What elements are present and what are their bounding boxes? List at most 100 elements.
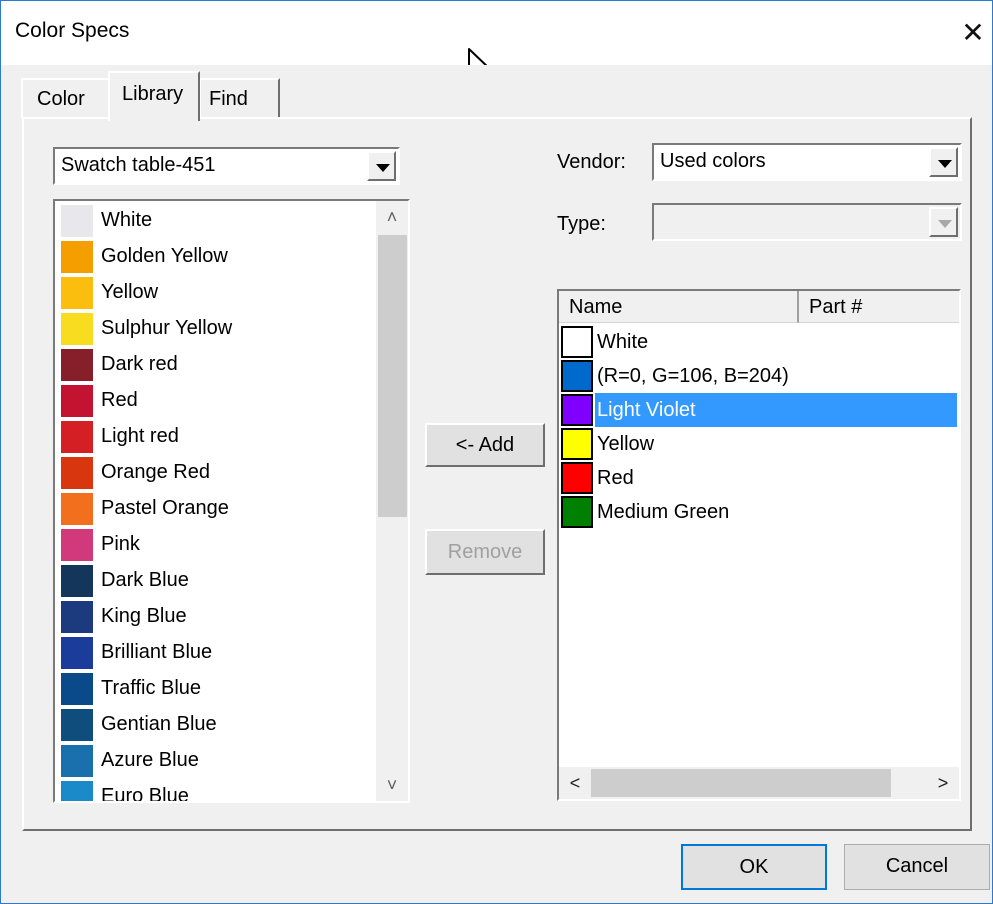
list-item-label: Pastel Orange xyxy=(101,497,229,519)
library-panel: Swatch table-451 White Golden Yellow Yello… xyxy=(22,117,972,831)
color-swatch xyxy=(61,241,93,273)
color-swatch xyxy=(561,428,593,460)
table-cell-name: Red xyxy=(597,467,634,489)
chevron-down-icon xyxy=(376,164,390,172)
tab-library-label: Library xyxy=(122,83,184,105)
list-item[interactable]: Yellow xyxy=(61,275,379,311)
column-header-name[interactable]: Name xyxy=(559,291,799,323)
list-item[interactable]: Sulphur Yellow xyxy=(61,311,379,347)
list-item[interactable]: White xyxy=(61,203,379,239)
color-swatch xyxy=(561,326,593,358)
list-item[interactable]: Pink xyxy=(61,527,379,563)
color-specs-dialog: Color Specs ✕ Color Library Find Swatch … xyxy=(0,0,993,904)
color-swatch xyxy=(61,385,93,417)
vendor-label: Vendor: xyxy=(557,151,626,173)
list-item-label: Pink xyxy=(101,533,140,555)
color-swatch xyxy=(61,565,93,597)
table-row[interactable]: White xyxy=(561,325,959,359)
list-item-label: Red xyxy=(101,389,138,411)
ok-button[interactable]: OK xyxy=(681,844,827,890)
tab-find[interactable]: Find xyxy=(199,78,280,118)
used-colors-table[interactable]: Name Part # White (R=0, G=106, B=204) Ligh… xyxy=(557,289,961,801)
list-item-label: White xyxy=(101,209,153,231)
chevron-down-icon xyxy=(938,220,952,228)
scroll-down-icon[interactable]: ˅ xyxy=(376,769,408,801)
table-row[interactable]: Light Violet xyxy=(561,393,959,427)
swatch-list[interactable]: White Golden Yellow Yellow Sulphur Yellow Da… xyxy=(53,199,410,803)
color-swatch xyxy=(61,745,93,777)
color-swatch xyxy=(61,529,93,561)
type-select xyxy=(652,203,962,241)
list-item[interactable]: Red xyxy=(61,383,379,419)
swatch-table-value: Swatch table-451 xyxy=(61,154,216,176)
list-item[interactable]: Euro Blue xyxy=(61,779,379,803)
color-swatch xyxy=(61,313,93,345)
color-swatch xyxy=(61,421,93,453)
swatch-table-select[interactable]: Swatch table-451 xyxy=(53,147,400,185)
tab-strip: Color Library Find xyxy=(1,65,992,121)
color-swatch xyxy=(61,601,93,633)
list-item[interactable]: King Blue xyxy=(61,599,379,635)
color-swatch xyxy=(561,496,593,528)
scrollbar-thumb[interactable] xyxy=(378,235,407,517)
type-dropdown-button xyxy=(929,207,958,237)
vendor-select[interactable]: Used colors xyxy=(652,143,962,181)
swatch-table-dropdown-button[interactable] xyxy=(367,151,396,181)
scroll-left-icon[interactable]: < xyxy=(559,767,591,799)
tab-library[interactable]: Library xyxy=(108,71,200,121)
hscrollbar-thumb[interactable] xyxy=(591,769,891,797)
color-swatch xyxy=(561,462,593,494)
color-swatch xyxy=(61,637,93,669)
color-swatch xyxy=(61,673,93,705)
table-row[interactable]: Medium Green xyxy=(561,495,959,529)
color-swatch xyxy=(61,277,93,309)
column-header-part-number[interactable]: Part # xyxy=(799,291,959,323)
color-swatch xyxy=(61,349,93,381)
list-item[interactable]: Dark red xyxy=(61,347,379,383)
list-item-label: Golden Yellow xyxy=(101,245,228,267)
table-row[interactable]: Red xyxy=(561,461,959,495)
table-cell-name: Light Violet xyxy=(595,393,957,427)
list-item-label: Sulphur Yellow xyxy=(101,317,233,339)
used-colors-hscrollbar[interactable]: < > xyxy=(559,767,959,799)
list-item[interactable]: Azure Blue xyxy=(61,743,379,779)
table-cell-name: White xyxy=(597,331,649,353)
list-item[interactable]: Traffic Blue xyxy=(61,671,379,707)
color-swatch xyxy=(561,394,593,426)
chevron-down-icon xyxy=(938,160,952,168)
tab-find-label: Find xyxy=(209,88,248,110)
table-cell-name: Medium Green xyxy=(597,501,730,523)
list-item-label: King Blue xyxy=(101,605,187,627)
table-row[interactable]: Yellow xyxy=(561,427,959,461)
list-item-label: Dark Blue xyxy=(101,569,189,591)
list-item[interactable]: Light red xyxy=(61,419,379,455)
list-item[interactable]: Orange Red xyxy=(61,455,379,491)
list-item[interactable]: Brilliant Blue xyxy=(61,635,379,671)
tab-color-label: Color xyxy=(37,88,85,110)
vendor-dropdown-button[interactable] xyxy=(929,147,958,177)
table-cell-name: (R=0, G=106, B=204) xyxy=(597,365,789,387)
scroll-up-icon[interactable]: ˄ xyxy=(376,201,408,233)
list-item-label: Azure Blue xyxy=(101,749,199,771)
vendor-value: Used colors xyxy=(660,150,766,172)
table-row[interactable]: (R=0, G=106, B=204) xyxy=(561,359,959,393)
add-button[interactable]: <- Add xyxy=(425,423,545,467)
color-swatch xyxy=(561,360,593,392)
list-item-label: Traffic Blue xyxy=(101,677,202,699)
title-bar: Color Specs ✕ xyxy=(1,1,992,85)
color-swatch xyxy=(61,493,93,525)
table-cell-name: Yellow xyxy=(597,433,655,455)
swatch-list-scrollbar[interactable]: ˄ ˅ xyxy=(376,201,408,801)
list-item-label: Dark red xyxy=(101,353,178,375)
list-item-label: Brilliant Blue xyxy=(101,641,213,663)
close-icon[interactable]: ✕ xyxy=(959,19,987,47)
cancel-button[interactable]: Cancel xyxy=(844,844,990,890)
list-item-label: Euro Blue xyxy=(101,785,189,803)
list-item[interactable]: Gentian Blue xyxy=(61,707,379,743)
tab-color[interactable]: Color xyxy=(21,78,112,118)
scroll-right-icon[interactable]: > xyxy=(927,767,959,799)
color-swatch xyxy=(61,457,93,489)
list-item[interactable]: Golden Yellow xyxy=(61,239,379,275)
list-item[interactable]: Pastel Orange xyxy=(61,491,379,527)
list-item[interactable]: Dark Blue xyxy=(61,563,379,599)
